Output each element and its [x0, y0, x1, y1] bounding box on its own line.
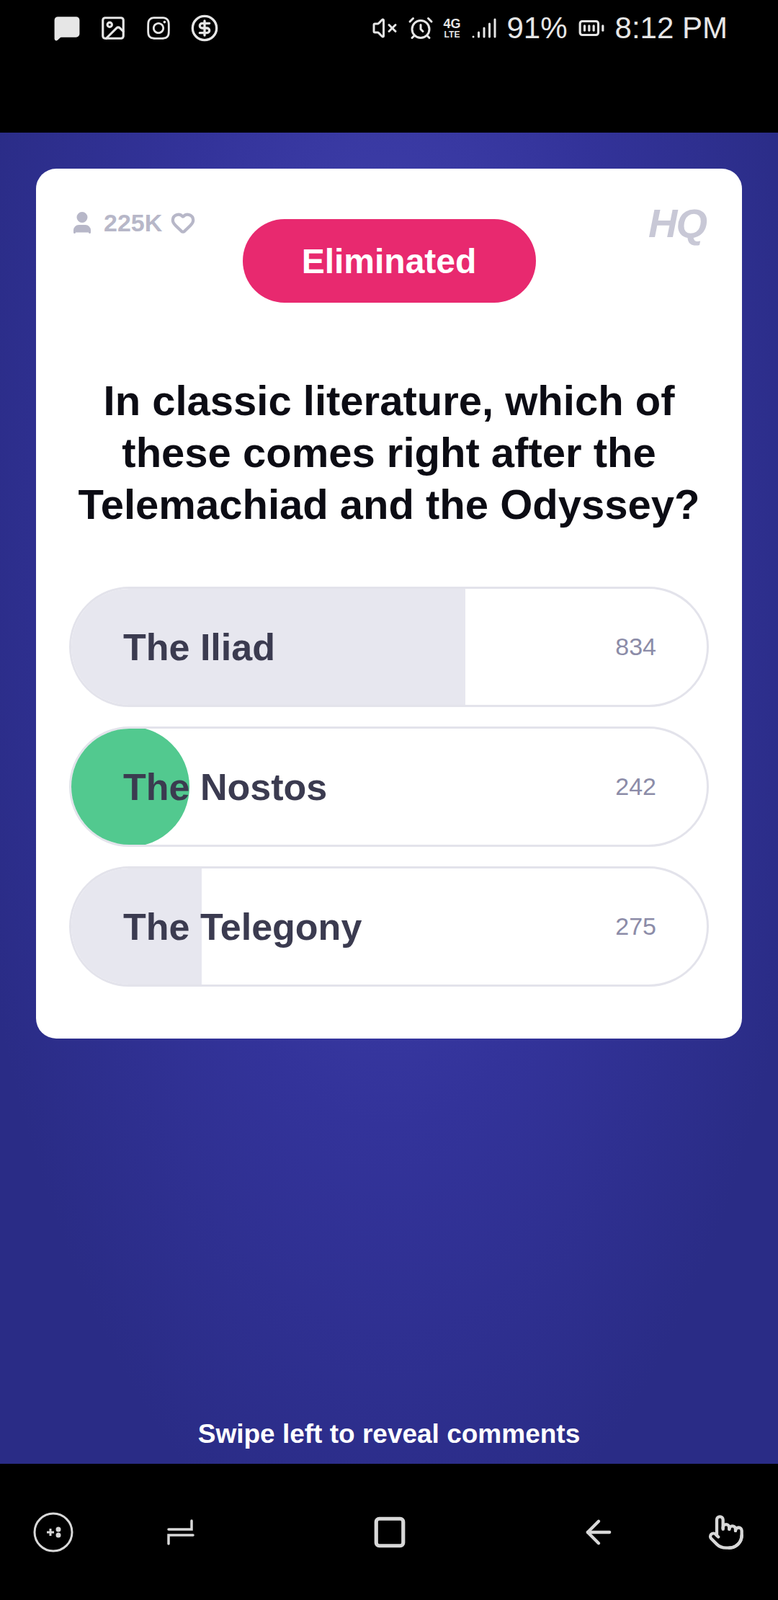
answer-list: The Iliad 834 The Nostos 242 The Telegony 275 — [69, 586, 709, 987]
answer-option[interactable]: The Nostos 242 — [69, 726, 709, 847]
video-stage: 225KEliminated HQ In classic literature, w… — [0, 132, 778, 1464]
recents-icon — [162, 1515, 199, 1548]
home-icon — [371, 1513, 408, 1550]
top-area: 4GLTE 91% 8:12 PM — [0, 0, 778, 133]
cash-app-icon — [190, 13, 219, 43]
answer-option[interactable]: The Iliad 834 — [69, 586, 709, 707]
one-hand-button[interactable] — [703, 1508, 750, 1555]
answer-count: 242 — [615, 772, 657, 801]
mute-icon — [371, 15, 398, 42]
battery-icon — [577, 14, 606, 42]
card-header: 225KEliminated HQ — [69, 204, 709, 303]
answer-label: The Telegony — [123, 904, 362, 949]
game-tools-button[interactable] — [30, 1508, 77, 1555]
navigation-bar — [0, 1463, 778, 1600]
question-card: 225KEliminated HQ In classic literature, w… — [36, 168, 742, 1039]
home-button[interactable] — [366, 1508, 413, 1555]
message-icon — [53, 14, 81, 42]
answer-label: The Nostos — [123, 765, 328, 809]
status-bar: 4GLTE 91% 8:12 PM — [0, 0, 778, 57]
hand-icon — [707, 1512, 745, 1551]
back-arrow-icon — [579, 1512, 618, 1551]
alarm-icon — [407, 15, 434, 42]
back-button[interactable] — [575, 1508, 622, 1555]
gallery-icon — [99, 14, 127, 42]
answer-count: 834 — [615, 632, 657, 661]
player-count: 225K — [69, 204, 243, 241]
answer-option[interactable]: The Telegony 275 — [69, 865, 709, 987]
user-icon — [69, 209, 96, 236]
hq-logo: HQ — [648, 204, 709, 241]
notification-icons — [53, 13, 219, 43]
eliminated-badge: Eliminated — [242, 218, 536, 303]
system-icons: 4GLTE 91% 8:12 PM — [371, 10, 729, 46]
network-badge: 4GLTE — [443, 17, 462, 39]
recents-button[interactable] — [157, 1508, 204, 1555]
question-text: In classic literature, which of these co… — [69, 374, 709, 531]
game-tools-icon — [32, 1510, 75, 1553]
heart-icon[interactable] — [170, 210, 196, 235]
instagram-icon — [145, 15, 172, 42]
battery-level: 91% — [507, 10, 568, 46]
signal-icon — [471, 15, 498, 42]
comments-hint[interactable]: Swipe left to reveal comments — [36, 1418, 742, 1449]
phone-screen: 4GLTE 91% 8:12 PM 225KEliminated HQ In classi… — [0, 0, 778, 1600]
answer-label: The Iliad — [123, 625, 276, 669]
clock: 8:12 PM — [615, 10, 728, 46]
answer-count: 275 — [615, 911, 657, 941]
